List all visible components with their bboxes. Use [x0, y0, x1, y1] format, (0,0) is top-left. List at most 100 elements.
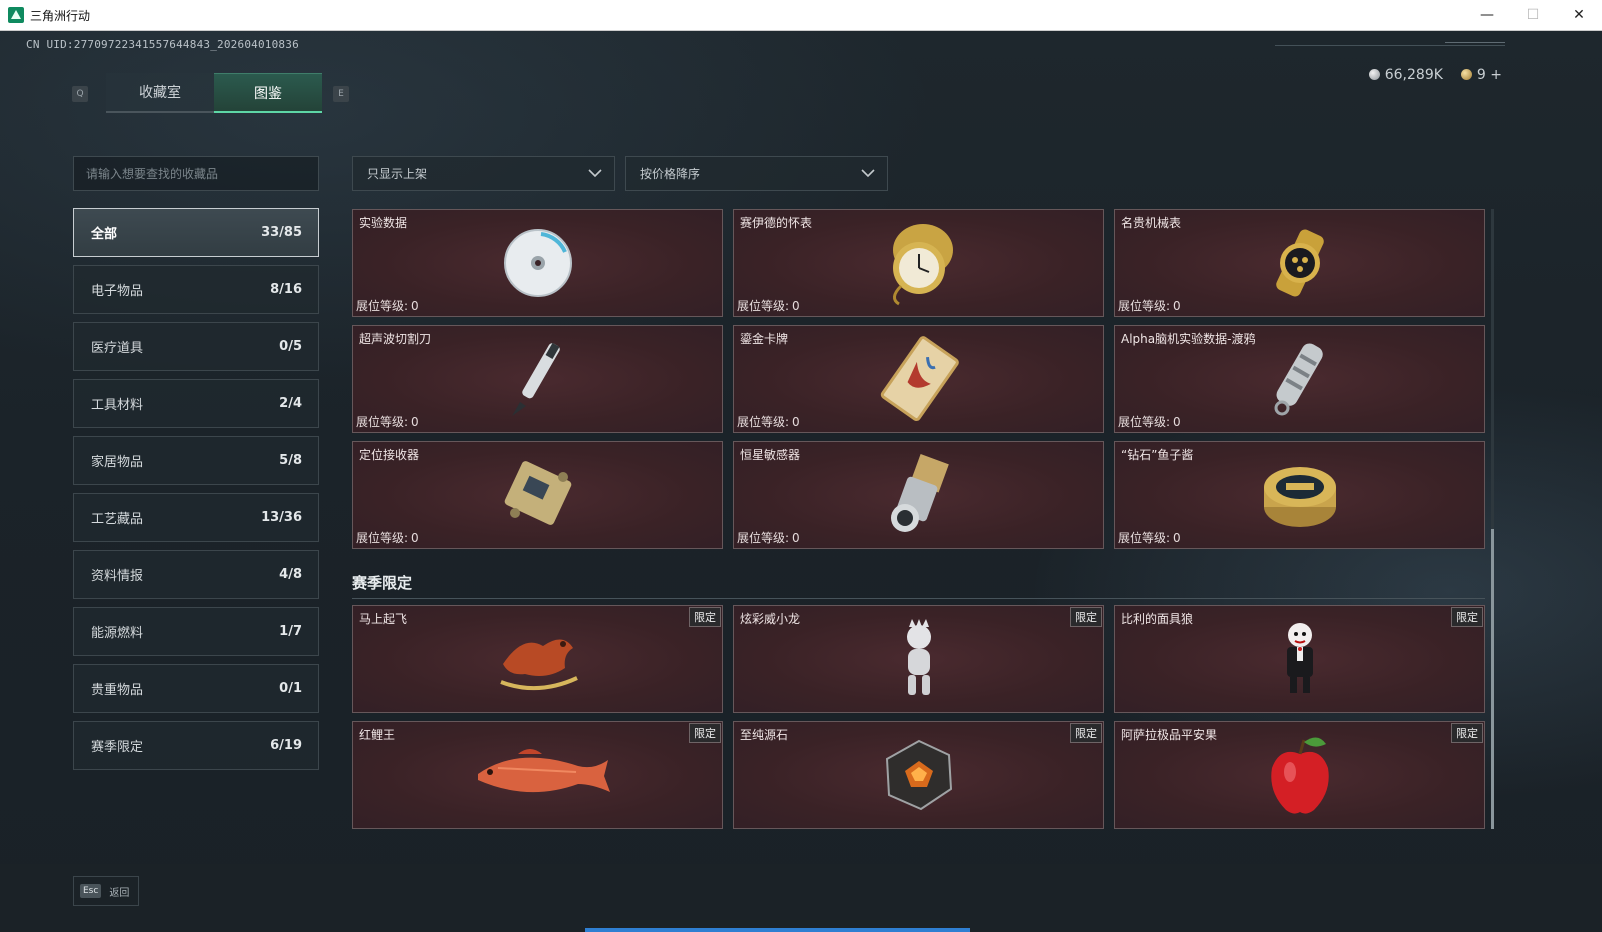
item-row: 定位接收器 展位等级: 0 恒星敏感器 展位等级: 0 “钻石”鱼子酱 展位等级: 0 — [352, 441, 1485, 549]
silver-coin-icon — [1368, 69, 1380, 80]
category-label: 家居物品 — [91, 455, 144, 470]
item-row: 红鲤王 限定 至纯源石 限定 阿萨拉极品平安果 限定 — [352, 721, 1485, 829]
limited-badge: 限定 — [1451, 607, 1483, 627]
loading-progress-bar — [585, 928, 970, 932]
item-card[interactable]: 马上起飞 限定 — [352, 605, 723, 713]
currency-display: 66,289K 9 + — [1368, 67, 1502, 83]
item-name: 恒星敏感器 — [740, 448, 801, 462]
item-card[interactable]: 赛伊德的怀表 展位等级: 0 — [733, 209, 1104, 317]
level-value: 0 — [411, 531, 419, 545]
category-electronics[interactable]: 电子物品 8/16 — [73, 265, 319, 314]
category-fuel[interactable]: 能源燃料 1/7 — [73, 607, 319, 656]
search-box[interactable] — [73, 156, 319, 191]
maximize-button[interactable]: ☐ — [1510, 0, 1556, 31]
display-level: 展位等级: 0 — [737, 529, 800, 546]
sort-dropdown[interactable]: 按价格降序 — [625, 156, 888, 191]
category-medical[interactable]: 医疗道具 0/5 — [73, 322, 319, 371]
level-value: 0 — [411, 299, 419, 313]
category-intel[interactable]: 资料情报 4/8 — [73, 550, 319, 599]
item-card[interactable]: 恒星敏感器 展位等级: 0 — [733, 441, 1104, 549]
chevron-down-icon — [588, 169, 602, 178]
decor-line — [1275, 45, 1505, 46]
rocking-horse-icon — [478, 614, 598, 704]
level-label: 展位等级: — [737, 415, 790, 429]
item-card[interactable]: 名贵机械表 展位等级: 0 — [1114, 209, 1485, 317]
level-label: 展位等级: — [737, 531, 790, 545]
level-value: 0 — [1173, 299, 1181, 313]
item-card[interactable]: 实验数据 展位等级: 0 — [352, 209, 723, 317]
category-count: 6/19 — [270, 738, 302, 753]
item-card[interactable]: 鎏金卡牌 展位等级: 0 — [733, 325, 1104, 433]
display-filter-dropdown[interactable]: 只显示上架 — [352, 156, 615, 191]
gold-coin-icon — [1460, 69, 1472, 80]
item-card[interactable]: 至纯源石 限定 — [733, 721, 1104, 829]
chevron-down-icon — [861, 169, 875, 178]
e-key-hint: E — [333, 86, 349, 102]
game-screen: CN UID:27709722341557644843_202604010836… — [0, 31, 1602, 932]
category-tools[interactable]: 工具材料 2/4 — [73, 379, 319, 428]
item-card[interactable]: Alpha脑机实验数据-渡鸦 展位等级: 0 — [1114, 325, 1485, 433]
category-all[interactable]: 全部 33/85 — [73, 208, 319, 257]
item-name: 实验数据 — [359, 216, 408, 230]
category-count: 5/8 — [279, 453, 302, 468]
puppet-icon — [1240, 614, 1360, 704]
category-household[interactable]: 家居物品 5/8 — [73, 436, 319, 485]
close-button[interactable]: ✕ — [1556, 0, 1602, 31]
level-value: 0 — [792, 299, 800, 313]
category-label: 工具材料 — [91, 398, 144, 413]
coin-amount: 66,289K — [1384, 67, 1443, 83]
search-input[interactable] — [86, 166, 318, 181]
category-count: 4/8 — [279, 567, 302, 582]
wristwatch-icon — [1240, 218, 1360, 308]
category-seasonal[interactable]: 赛季限定 6/19 — [73, 721, 319, 770]
category-label: 能源燃料 — [91, 626, 144, 641]
item-name: 炫彩威小龙 — [740, 612, 801, 626]
display-level: 展位等级: 0 — [356, 413, 419, 430]
back-button[interactable]: Esc 返回 — [73, 876, 139, 906]
item-card[interactable]: 超声波切割刀 展位等级: 0 — [352, 325, 723, 433]
category-label: 工艺藏品 — [91, 512, 144, 527]
display-filter-value: 只显示上架 — [367, 167, 428, 181]
item-name: 超声波切割刀 — [359, 332, 432, 346]
dragon-figure-icon — [859, 614, 979, 704]
limited-badge: 限定 — [1070, 607, 1102, 627]
star-sensor-icon — [859, 450, 979, 540]
category-count: 1/7 — [279, 624, 302, 639]
level-value: 0 — [1173, 415, 1181, 429]
display-level: 展位等级: 0 — [737, 413, 800, 430]
item-card[interactable]: 炫彩威小龙 限定 — [733, 605, 1104, 713]
item-name: 至纯源石 — [740, 728, 789, 742]
item-card[interactable]: 比利的面具狼 限定 — [1114, 605, 1485, 713]
level-value: 0 — [792, 531, 800, 545]
app-logo-icon — [8, 7, 24, 23]
item-card[interactable]: 阿萨拉极品平安果 限定 — [1114, 721, 1485, 829]
item-row: 实验数据 展位等级: 0 赛伊德的怀表 展位等级: 0 名贵机械表 展位等级: 0 — [352, 209, 1485, 317]
season-item-grid: 马上起飞 限定 炫彩威小龙 限定 比利的面具狼 限定 红鲤王 限定 至纯源石 限… — [352, 605, 1485, 837]
gold-balance[interactable]: 9 + — [1460, 67, 1502, 83]
item-card[interactable]: 红鲤王 限定 — [352, 721, 723, 829]
item-card[interactable]: 定位接收器 展位等级: 0 — [352, 441, 723, 549]
category-valuables[interactable]: 贵重物品 0/1 — [73, 664, 319, 713]
category-crafts[interactable]: 工艺藏品 13/36 — [73, 493, 319, 542]
level-label: 展位等级: — [356, 415, 409, 429]
item-card[interactable]: “钻石”鱼子酱 展位等级: 0 — [1114, 441, 1485, 549]
display-level: 展位等级: 0 — [356, 297, 419, 314]
grid-scrollbar[interactable] — [1491, 209, 1494, 829]
level-value: 0 — [792, 415, 800, 429]
category-label: 电子物品 — [91, 284, 144, 299]
coin-balance: 66,289K — [1368, 67, 1443, 83]
tab-catalog[interactable]: 图鉴 — [214, 73, 322, 113]
category-label: 全部 — [91, 227, 118, 242]
apple-icon — [1240, 730, 1360, 820]
category-count: 8/16 — [270, 282, 302, 297]
item-name: 名贵机械表 — [1121, 216, 1182, 230]
limited-badge: 限定 — [689, 723, 721, 743]
gilded-card-icon — [859, 334, 979, 424]
category-count: 2/4 — [279, 396, 302, 411]
minimize-button[interactable]: — — [1464, 0, 1510, 31]
esc-key: Esc — [80, 884, 102, 898]
category-label: 资料情报 — [91, 569, 144, 584]
scroll-thumb[interactable] — [1491, 529, 1494, 829]
ultrasonic-cutter-icon — [478, 334, 598, 424]
tab-collection-room[interactable]: 收藏室 — [106, 73, 214, 113]
